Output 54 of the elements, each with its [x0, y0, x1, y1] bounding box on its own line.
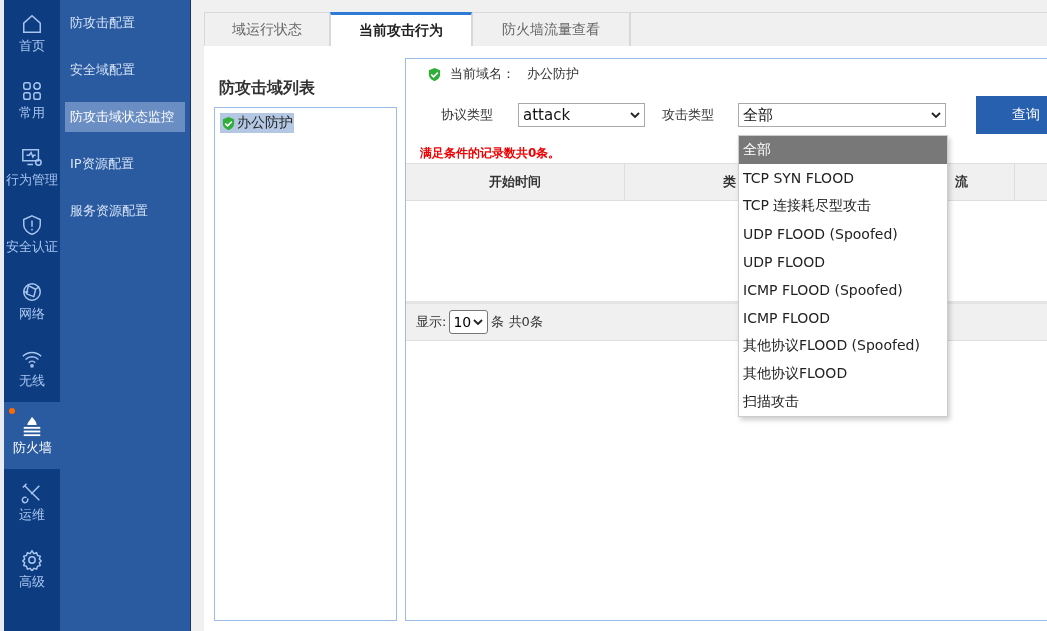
monitor-icon [21, 146, 43, 169]
tab[interactable]: 防火墙流量查看 [472, 12, 630, 46]
nav-rail-item[interactable]: 网络 [4, 268, 60, 335]
dropdown-option[interactable]: ICMP FLOOD [739, 304, 947, 332]
tab[interactable]: 当前攻击行为 [330, 12, 472, 46]
dropdown-option[interactable]: UDP FLOOD (Spoofed) [739, 220, 947, 248]
shield-icon [21, 213, 43, 236]
domain-name: 办公防护 [527, 65, 579, 83]
filter-label: 协议类型 [441, 106, 494, 124]
submenu-item[interactable]: IP资源配置 [65, 149, 185, 179]
submenu-item[interactable]: 防攻击配置 [65, 8, 185, 38]
nav-rail-item[interactable]: 无线 [4, 335, 60, 402]
dropdown-option[interactable]: 其他协议FLOOD (Spoofed) [739, 332, 947, 360]
protocol-select[interactable]: attack [518, 103, 645, 127]
nav-rail-item[interactable]: 首页 [4, 0, 60, 67]
dropdown-option[interactable]: UDP FLOOD [739, 248, 947, 276]
nav-rail-item[interactable]: 运维 [4, 469, 60, 536]
check-shield-icon [427, 66, 442, 82]
dropdown-option[interactable]: 扫描攻击 [739, 388, 947, 416]
domain-label: 当前域名： [450, 65, 515, 83]
dropdown-option[interactable]: 其他协议FLOOD [739, 360, 947, 388]
settings-icon [21, 548, 43, 571]
flame-wall-icon [21, 414, 43, 437]
record-count: 满足条件的记录数共0条。 [419, 145, 561, 162]
page-size-select[interactable]: 10 [449, 310, 489, 334]
home-icon [21, 12, 43, 35]
submenu-item[interactable]: 防攻击域状态监控 [65, 102, 185, 132]
attack-type-select[interactable]: 全部 [738, 103, 946, 127]
nav-rail-item[interactable]: 高级 [4, 536, 60, 603]
dropdown-option[interactable]: TCP SYN FLOOD [739, 164, 947, 192]
nav-rail-item[interactable]: 常用 [4, 67, 60, 134]
submenu-item[interactable]: 服务资源配置 [65, 196, 185, 226]
nav-rail-item[interactable]: 安全认证 [4, 201, 60, 268]
tab[interactable]: 域运行状态 [204, 12, 330, 46]
filter-label: 攻击类型 [662, 106, 715, 124]
domain-list-item[interactable]: 办公防护 [220, 113, 294, 133]
dropdown-option[interactable]: ICMP FLOOD (Spoofed) [739, 276, 947, 304]
tools-icon [21, 481, 43, 504]
dropdown-option[interactable]: TCP 连接耗尽型攻击 [739, 192, 947, 220]
nav-rail-item[interactable]: 防火墙 [4, 402, 60, 469]
panel-title: 防攻击域列表 [219, 78, 316, 99]
chevron-down-icon [931, 112, 941, 118]
submenu-item[interactable]: 安全域配置 [65, 55, 185, 85]
globe-icon [21, 280, 43, 303]
pager-total: 条 共0条 [491, 313, 543, 331]
pager-label: 显示: [416, 313, 447, 331]
nav-rail-item[interactable]: 行为管理 [4, 134, 60, 201]
query-button[interactable]: 查询 [976, 96, 1047, 134]
chevron-down-icon [630, 112, 640, 118]
column-header: 开始时间 [406, 164, 625, 200]
check-shield-icon [221, 115, 236, 131]
dropdown-option[interactable]: 全部 [739, 136, 947, 164]
grid-icon [21, 79, 43, 102]
chevron-down-icon [473, 319, 484, 325]
